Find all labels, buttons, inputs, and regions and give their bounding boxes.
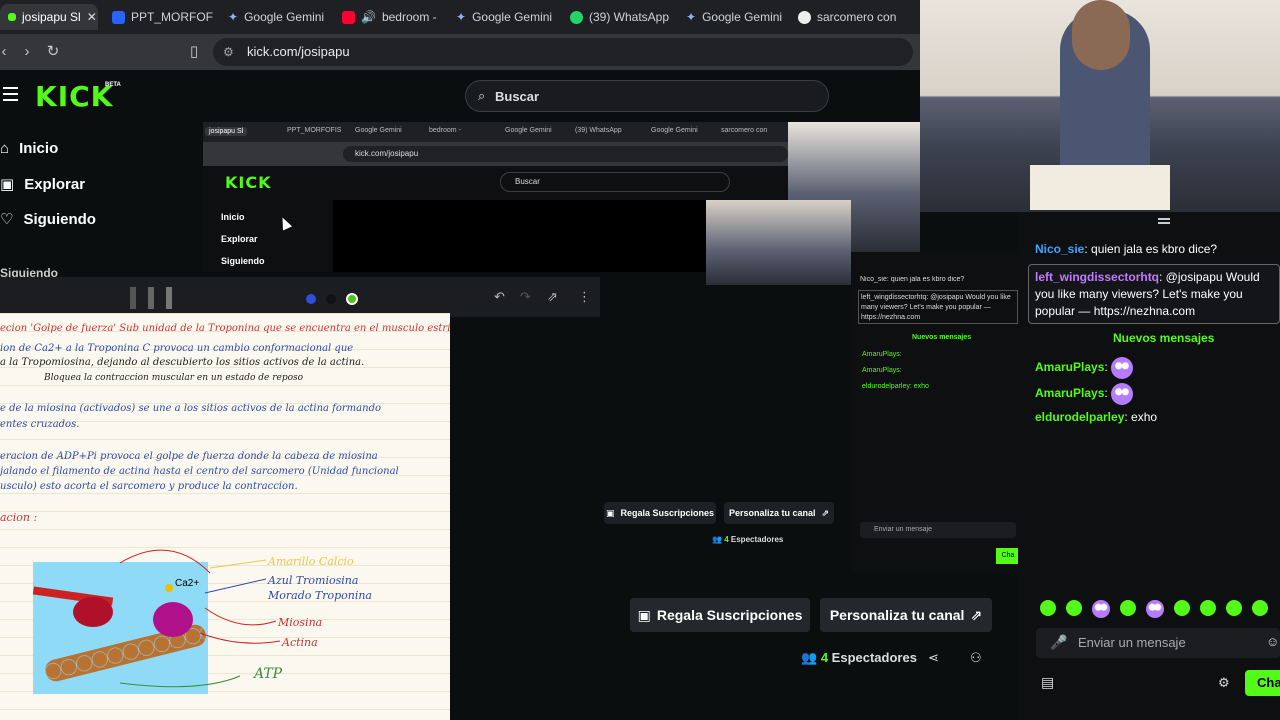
emote-icon[interactable] — [1174, 600, 1190, 616]
gemini-icon: ✦ — [686, 10, 697, 24]
kick-logo[interactable]: KICK — [35, 80, 113, 113]
pencil-tool[interactable] — [166, 287, 172, 309]
pen-tool[interactable] — [148, 287, 154, 309]
address-bar: ‹ › ↻ ▯ ⚙ kick.com/josipapu — [0, 34, 920, 70]
close-tab-icon[interactable]: ✕ — [87, 10, 97, 24]
follow-user-icon[interactable]: ⚇ — [970, 650, 982, 666]
viewers-icon: 👥 — [801, 650, 818, 665]
forward-icon[interactable]: › — [17, 42, 37, 62]
emote-icon[interactable] — [1146, 600, 1164, 618]
diagram-arrows — [119, 549, 281, 688]
emote-icon[interactable] — [1252, 600, 1268, 616]
webcam-main — [920, 0, 1280, 212]
tab-josipapu[interactable]: josipapu Sl ✕ — [0, 4, 98, 30]
emote-icon[interactable] — [1066, 600, 1082, 616]
sidebar-item-explorar[interactable]: ▣ Explorar — [0, 175, 85, 194]
search-icon: ⌕ — [478, 88, 486, 103]
bookmark-icon[interactable]: ▯ — [184, 42, 204, 62]
nested-url: kick.com/josipapu — [343, 146, 788, 162]
emote-row — [1040, 600, 1268, 618]
share-icon[interactable]: ⇗ — [547, 289, 558, 305]
pen-tool[interactable] — [130, 287, 136, 309]
webcam-nested-2 — [706, 200, 851, 285]
back-icon[interactable]: ‹ — [0, 42, 14, 62]
mini-chat: Nico_sie: quien jala es kbro dice? left_… — [852, 252, 1020, 572]
chat-send-button[interactable]: Cha — [1245, 670, 1280, 696]
emote-icon[interactable] — [1120, 600, 1136, 616]
site-info-icon[interactable]: ⚙ — [223, 38, 234, 66]
browser-tab-bar: josipapu Sl✕ PPT_MORFOFIS ✦Google Gemini… — [0, 0, 920, 34]
emote-icon — [1111, 383, 1134, 405]
kick-header: KICK BETA ⌕ Buscar — [0, 70, 920, 125]
nested-kick-logo: KICK — [225, 173, 272, 192]
google-icon — [798, 10, 811, 24]
undo-icon[interactable]: ↶ — [494, 289, 505, 305]
store-icon[interactable]: ▤ — [1041, 674, 1054, 691]
tab-bedroom[interactable]: 🔊 bedroom - — [334, 4, 446, 30]
viewers-icon: 👥 — [712, 535, 722, 544]
search-input[interactable]: ⌕ Buscar — [465, 80, 829, 112]
notes-toolbar: ↶ ↷ ⇗ ⋮ — [0, 277, 600, 317]
settings-icon[interactable]: ⚙ — [1218, 675, 1230, 691]
external-link-icon: ⇗ — [821, 507, 830, 518]
beta-badge: BETA — [105, 82, 121, 88]
tab-sarcomero[interactable]: sarcomero con — [790, 4, 916, 30]
chat-message: AmaruPlays: — [1035, 383, 1134, 405]
emote-icon[interactable] — [1092, 600, 1110, 618]
nested-nav-explorar: Explorar — [221, 234, 258, 244]
mini-viewers: 👥 4 Espectadores — [712, 535, 784, 544]
nested-screen-capture: josipapu Sl PPT_MORFOFIS Google Gemini b… — [203, 122, 793, 272]
nested-nav-inicio: Inicio — [221, 212, 245, 222]
mini-gift-subs-button[interactable]: ▣ Regala Suscripciones — [604, 502, 716, 524]
emoji-icon[interactable]: ☺ — [1266, 634, 1279, 649]
youtube-icon — [342, 10, 355, 24]
notes-page: ecion 'Golpe de fuerza' Sub unidad de la… — [0, 313, 450, 720]
customize-channel-button[interactable]: Personaliza tu canal ⇗ — [820, 598, 992, 632]
chat-input[interactable]: 🎤 Enviar un mensaje ☺ — [1036, 628, 1280, 658]
chat-message: AmaruPlays: — [1035, 357, 1134, 379]
tab-whatsapp[interactable]: (39) WhatsApp — [562, 4, 676, 30]
nested-nav-siguiendo: Siguiendo — [221, 256, 265, 266]
viewers-count: 👥 4 Espectadores — [801, 650, 917, 665]
gemini-icon: ✦ — [228, 10, 239, 24]
microphone-icon[interactable]: 🎤 — [1050, 634, 1067, 651]
emote-icon[interactable] — [1040, 600, 1056, 616]
sidebar-item-inicio[interactable]: ⌂ Inicio — [0, 140, 58, 157]
url-field[interactable]: ⚙ kick.com/josipapu — [213, 38, 913, 66]
gift-subs-button[interactable]: ▣ Regala Suscripciones — [630, 598, 810, 632]
menu-icon[interactable] — [3, 87, 18, 101]
mini-customize-button[interactable]: Personaliza tu canal ⇗ — [724, 502, 834, 524]
share-icon[interactable]: ⋖ — [928, 650, 939, 666]
tab-gemini-3[interactable]: ✦ Google Gemini — [678, 4, 790, 30]
explore-icon: ▣ — [0, 176, 15, 193]
emote-icon[interactable] — [1200, 600, 1216, 616]
emote-icon[interactable] — [1226, 600, 1242, 616]
highlighted-chat-message: left_wingdissectorhtq: @josipapu Would y… — [1028, 264, 1280, 324]
heart-icon: ♡ — [0, 211, 14, 228]
new-messages-divider[interactable]: Nuevos mensajes — [1113, 331, 1214, 345]
speaker-icon: 🔊 — [361, 10, 376, 24]
canva-icon — [112, 10, 125, 24]
gift-icon: ▣ — [637, 606, 651, 623]
external-link-icon: ⇗ — [970, 606, 983, 623]
sidebar-item-siguiendo[interactable]: ♡ Siguiendo — [0, 210, 96, 229]
color-blue[interactable] — [306, 294, 316, 304]
chat-message: Nico_sie: quien jala es kbro dice? — [1035, 242, 1218, 256]
more-icon[interactable]: ⋮ — [578, 289, 591, 305]
tab-ppt[interactable]: PPT_MORFOFIS — [104, 4, 214, 30]
gemini-icon: ✦ — [456, 10, 467, 24]
whatsapp-icon — [570, 10, 583, 24]
chat-scroll-handle-icon[interactable] — [1158, 218, 1170, 224]
chat-message: eldurodelparley: exho — [1035, 410, 1158, 424]
emote-icon — [1111, 357, 1134, 379]
tab-gemini-1[interactable]: ✦ Google Gemini — [220, 4, 332, 30]
reload-icon[interactable]: ↻ — [43, 42, 63, 62]
nested-search: Buscar — [500, 172, 730, 192]
color-black[interactable] — [326, 294, 336, 304]
home-icon: ⌂ — [0, 140, 10, 157]
tab-gemini-2[interactable]: ✦ Google Gemini — [448, 4, 560, 30]
color-green[interactable] — [346, 293, 358, 305]
redo-icon[interactable]: ↷ — [520, 289, 531, 305]
gift-icon: ▣ — [605, 507, 615, 518]
